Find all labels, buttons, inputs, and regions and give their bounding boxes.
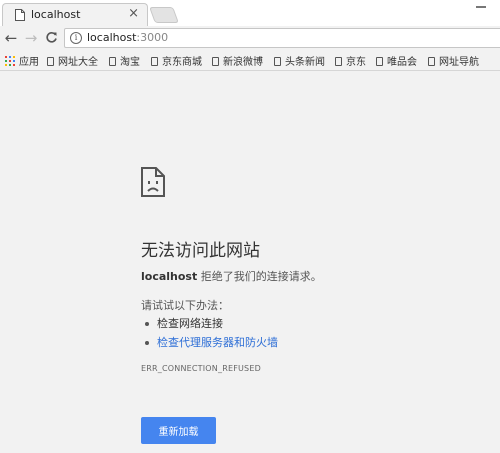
error-code: ERR_CONNECTION_REFUSED: [141, 364, 261, 373]
bookmark-label: 新浪微博: [223, 57, 263, 68]
new-tab-button[interactable]: [149, 7, 179, 23]
suggestion-check-network: 检查网络连接: [145, 314, 278, 333]
bookmarks-bar: 应用 网址大全 淘宝 京东商城 新浪微博 头条新闻 京东 唯品会 网址导航: [0, 50, 500, 71]
toolbar: ← → i localhost:3000: [0, 26, 500, 50]
bookmark-page-icon: [428, 57, 435, 66]
tab-strip: localhost ×: [0, 0, 500, 26]
bookmark-item[interactable]: 京东: [335, 53, 366, 68]
error-page: 无法访问此网站 localhost 拒绝了我们的连接请求。 请试试以下办法： 检…: [0, 71, 500, 453]
back-icon[interactable]: ←: [2, 29, 20, 47]
url-host: localhost: [87, 31, 137, 44]
close-icon[interactable]: ×: [128, 7, 139, 21]
bookmark-label: 头条新闻: [285, 57, 325, 68]
error-description: localhost 拒绝了我们的连接请求。: [141, 268, 322, 284]
error-host: localhost: [141, 270, 198, 283]
bookmark-label: 淘宝: [120, 57, 140, 68]
bookmark-page-icon: [335, 57, 342, 66]
bookmark-item[interactable]: 京东商城: [151, 53, 202, 68]
url-text: localhost:3000: [87, 31, 168, 44]
forward-icon[interactable]: →: [22, 29, 40, 47]
bookmark-label: 网址大全: [58, 57, 98, 68]
info-icon[interactable]: i: [70, 32, 82, 44]
bookmark-item[interactable]: 淘宝: [109, 53, 140, 68]
bookmark-apps[interactable]: 应用: [5, 53, 39, 68]
bookmark-item[interactable]: 头条新闻: [274, 53, 325, 68]
bookmark-item[interactable]: 网址大全: [47, 53, 98, 68]
bookmark-item[interactable]: 网址导航: [428, 53, 479, 68]
bookmark-page-icon: [151, 57, 158, 66]
error-message: 拒绝了我们的连接请求。: [197, 270, 322, 283]
bookmark-page-icon: [274, 57, 281, 66]
reload-button[interactable]: 重新加载: [141, 417, 216, 444]
bookmark-apps-label: 应用: [19, 57, 39, 68]
bookmark-label: 京东商城: [162, 57, 202, 68]
bookmark-item[interactable]: 唯品会: [376, 53, 417, 68]
sad-page-icon: [141, 167, 165, 197]
bookmark-page-icon: [376, 57, 383, 66]
suggestions-list: 检查网络连接 检查代理服务器和防火墙: [145, 314, 278, 352]
tab-localhost[interactable]: localhost ×: [2, 3, 148, 26]
address-bar[interactable]: i localhost:3000: [64, 28, 500, 48]
bookmark-page-icon: [212, 57, 219, 66]
bookmark-page-icon: [47, 57, 54, 66]
tab-title: localhost: [31, 8, 81, 21]
bookmark-page-icon: [109, 57, 116, 66]
bookmark-label: 唯品会: [387, 57, 417, 68]
minimize-icon[interactable]: [476, 6, 486, 8]
bookmark-item[interactable]: 新浪微博: [212, 53, 263, 68]
suggestions-heading: 请试试以下办法：: [141, 299, 229, 312]
reload-icon[interactable]: [42, 29, 60, 47]
url-port: :3000: [136, 31, 169, 44]
error-title: 无法访问此网站: [141, 241, 260, 261]
suggestion-check-proxy-link[interactable]: 检查代理服务器和防火墙: [145, 333, 278, 352]
apps-icon: [5, 56, 15, 66]
bookmark-label: 网址导航: [439, 57, 479, 68]
bookmark-label: 京东: [346, 57, 366, 68]
page-icon: [15, 9, 25, 21]
